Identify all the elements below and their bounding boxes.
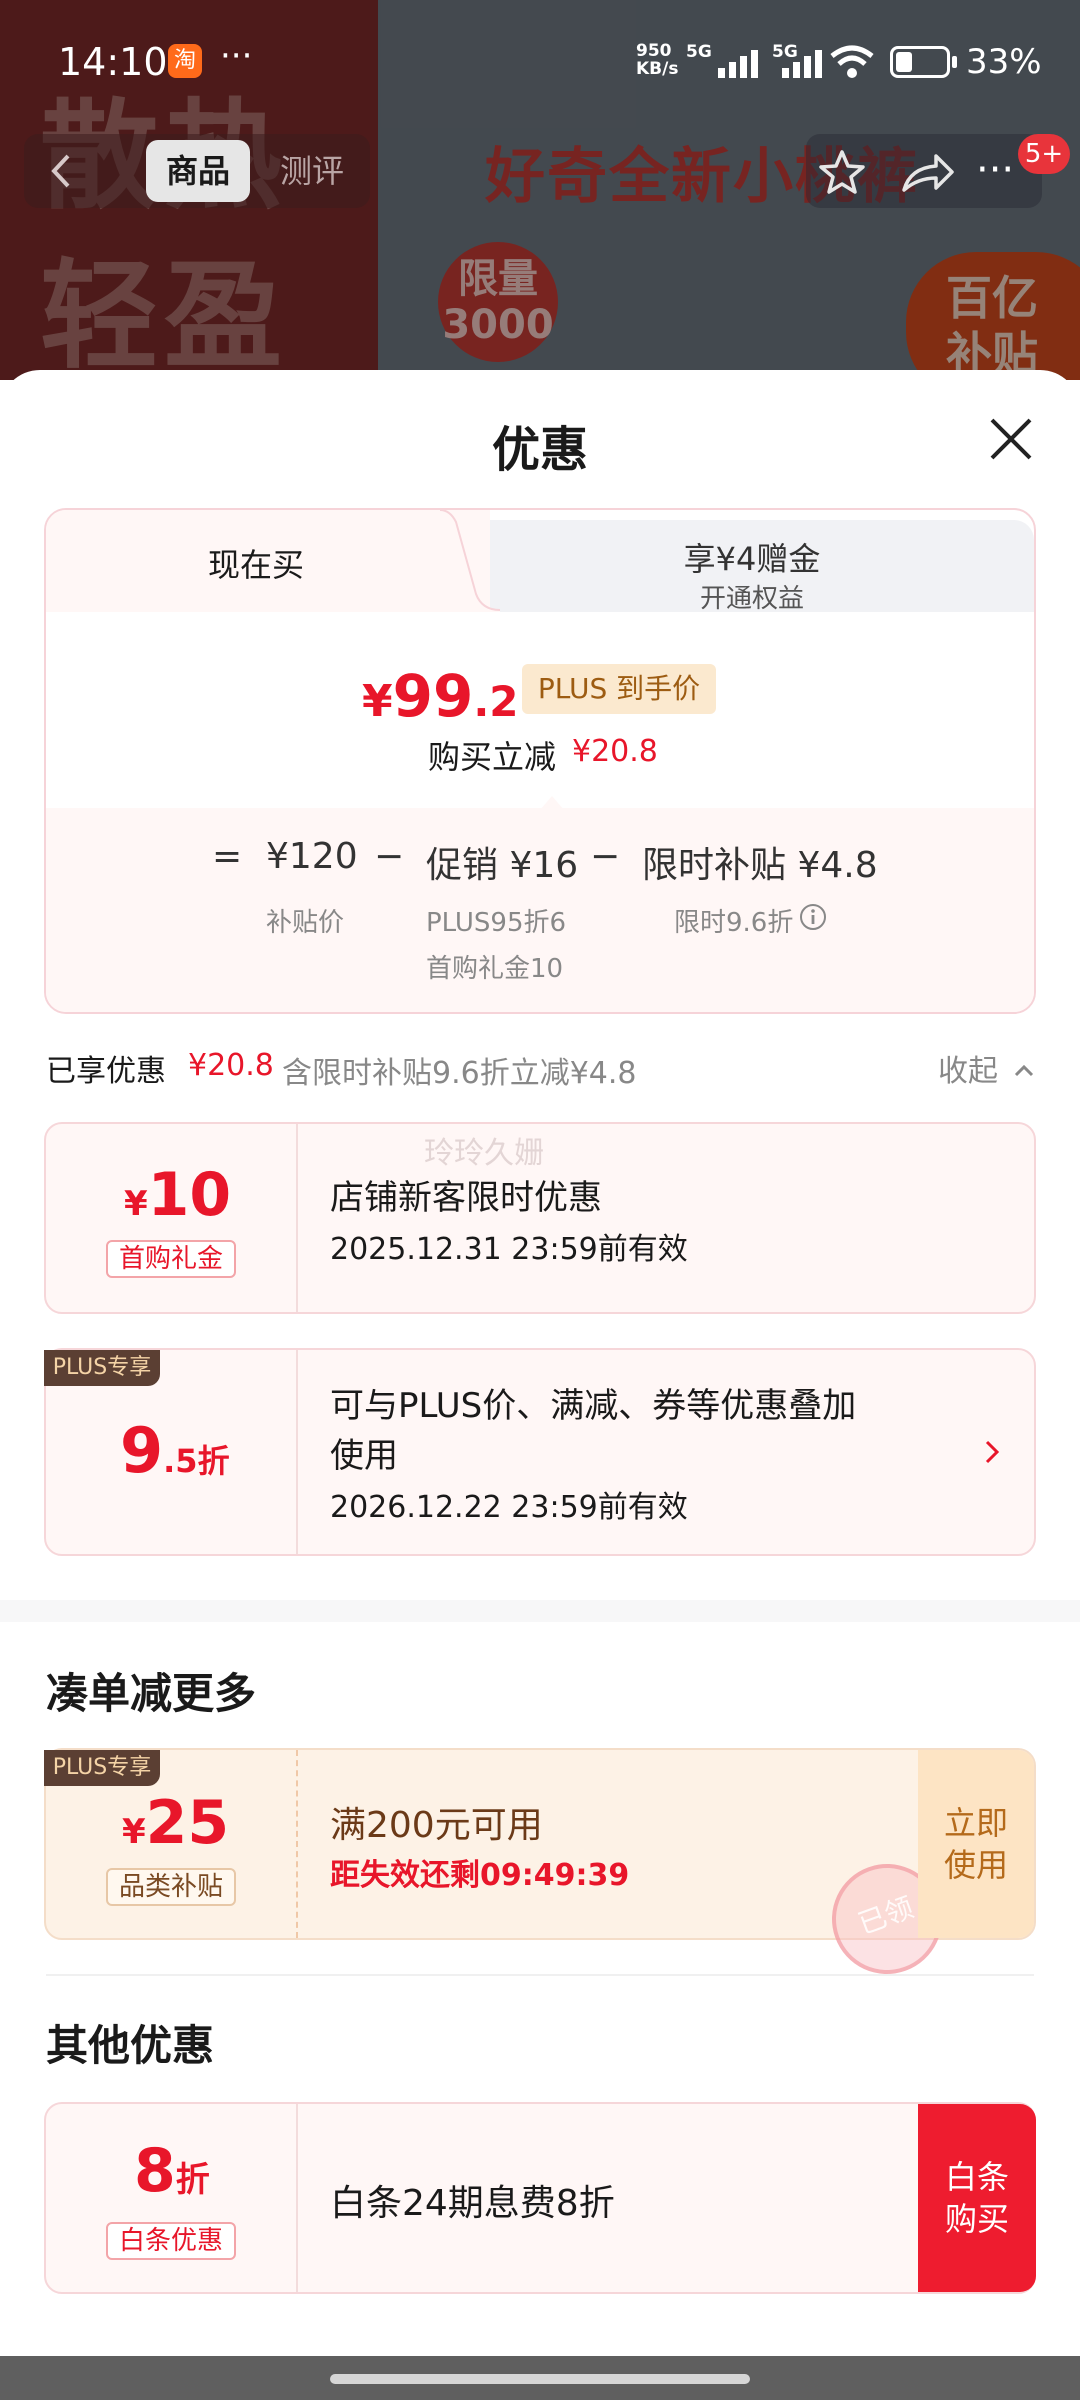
coupon-perforation [296, 1750, 298, 1938]
coupon2-title-line2: 使用 [330, 1436, 398, 1476]
subsidy-condition: 满200元可用 [330, 1805, 543, 1846]
coupon2-date: 2026.12.22 23:59前有效 [330, 1490, 688, 1525]
baitiao-value: 8折 [134, 2136, 210, 2206]
baitiao-suffix: 折 [175, 2160, 210, 2200]
share-icon[interactable] [896, 144, 958, 200]
more-section-title: 凑单减更多 [46, 1669, 257, 1718]
price-integer: 99 [392, 662, 474, 730]
subsidy-countdown: 距失效还剩09:49:39 [330, 1858, 630, 1893]
enjoyed-label: 已享优惠 [46, 1054, 166, 1089]
coupon1-value: ¥10 [124, 1160, 231, 1230]
chevron-right-icon[interactable] [982, 1438, 1002, 1466]
battery-fill [896, 52, 912, 72]
sheet-title: 优惠 [491, 422, 588, 478]
back-arrow-icon[interactable] [38, 146, 88, 196]
breakdown-minus2: − [590, 836, 621, 877]
breakdown-promo-sub2: 首购礼金10 [426, 954, 564, 984]
breakdown-notch [540, 796, 564, 810]
instant-discount-value: ¥20.8 [572, 734, 658, 769]
battery-percent: 33% [966, 42, 1042, 82]
baitiao-btn-line1: 白条 [944, 2158, 1009, 2196]
status-more-icon: ··· [220, 36, 253, 76]
other-section-title: 其他优惠 [46, 2021, 215, 2070]
breakdown-limited: 限时补贴 ¥4.8 [642, 845, 878, 886]
net-speed-value: 950 [636, 41, 672, 61]
coupon2-suffix: .5折 [163, 1442, 230, 1480]
section-divider [0, 1600, 1080, 1622]
plus-only-badge: PLUS专享 [44, 1350, 160, 1386]
breakdown-equals: = [212, 836, 243, 877]
coupon2-amount: 9 [120, 1414, 164, 1487]
close-icon[interactable] [986, 414, 1036, 464]
final-price: ¥99.2 [362, 662, 519, 730]
baitiao-title: 白条24期息费8折 [330, 2183, 615, 2224]
coupon1-date: 2025.12.31 23:59前有效 [330, 1232, 688, 1267]
subsidy-amount: 25 [145, 1788, 230, 1858]
tab-gold-sublabel: 开通权益 [699, 584, 804, 614]
net-speed: 950 KB/s [636, 42, 678, 78]
subsidy-symbol: ¥ [122, 1812, 146, 1852]
baitiao-tag: 白条优惠 [106, 2222, 236, 2260]
home-indicator[interactable] [330, 2374, 750, 2384]
sim1-label: 5G [686, 42, 712, 62]
message-count-badge: 5+ [1018, 134, 1070, 174]
coupon2-title-line1: 可与PLUS价、满减、券等优惠叠加 [330, 1386, 857, 1426]
signal1-icon [718, 50, 758, 78]
instant-discount-label: 购买立减 [428, 738, 557, 776]
use-now-line1: 立即 [943, 1804, 1008, 1842]
tab-review[interactable]: 测评 [262, 140, 362, 202]
breakdown-promo: 促销 ¥16 [426, 845, 579, 886]
baitiao-buy-button[interactable]: 白条 购买 [918, 2104, 1036, 2292]
watermark-text: 玲玲久姗 [424, 1136, 544, 1171]
tab-buy-now-label: 现在买 [207, 546, 304, 584]
price-symbol: ¥ [362, 676, 393, 727]
plus-price-tag: PLUS 到手价 [522, 664, 716, 714]
star-icon[interactable] [814, 144, 870, 200]
enjoyed-description: 含限时补贴9.6折立减¥4.8 [282, 1056, 637, 1091]
coupon1-tag: 首购礼金 [106, 1240, 236, 1278]
use-now-line2: 使用 [943, 1846, 1008, 1884]
enjoyed-amount: ¥20.8 [188, 1048, 274, 1083]
subsidy-value: ¥25 [122, 1788, 229, 1858]
net-speed-unit: KB/s [636, 59, 679, 79]
signal2-icon [782, 50, 822, 78]
breakdown-promo-sub1: PLUS95折6 [426, 908, 567, 938]
chevron-up-icon[interactable] [1012, 1060, 1036, 1080]
taobao-app-icon: 淘 [168, 44, 202, 78]
subsidy-tag: 品类补贴 [106, 1868, 236, 1906]
coupon1-amount: 10 [147, 1160, 232, 1230]
collapse-button[interactable]: 收起 [938, 1046, 998, 1090]
breakdown-minus1: − [374, 836, 405, 877]
breakdown-base-price: ¥120 [266, 836, 358, 877]
breakdown-limited-sub: 限时9.6折 [674, 908, 794, 938]
battery-cap [952, 56, 957, 68]
tab-gold-label: 享¥4赠金 [683, 540, 821, 578]
battery-icon [890, 46, 950, 78]
wifi-icon [830, 45, 874, 78]
status-time: 14:10 [58, 40, 168, 84]
tab-product[interactable]: 商品 [146, 140, 250, 202]
info-icon[interactable] [798, 902, 828, 932]
price-decimal: .2 [473, 677, 519, 726]
plus-only-badge: PLUS专享 [44, 1750, 160, 1786]
more-menu-icon[interactable]: ··· [976, 150, 1014, 190]
section-separator [46, 1974, 1034, 1976]
breakdown-base-label: 补贴价 [266, 908, 345, 938]
coupon1-title: 店铺新客限时优惠 [330, 1178, 602, 1218]
coupon1-symbol: ¥ [124, 1184, 148, 1224]
baitiao-amount: 8 [134, 2136, 176, 2206]
baitiao-btn-line2: 购买 [944, 2200, 1009, 2238]
use-now-button[interactable]: 立即 使用 [918, 1750, 1034, 1938]
coupon2-value: 9.5折 [120, 1414, 230, 1487]
